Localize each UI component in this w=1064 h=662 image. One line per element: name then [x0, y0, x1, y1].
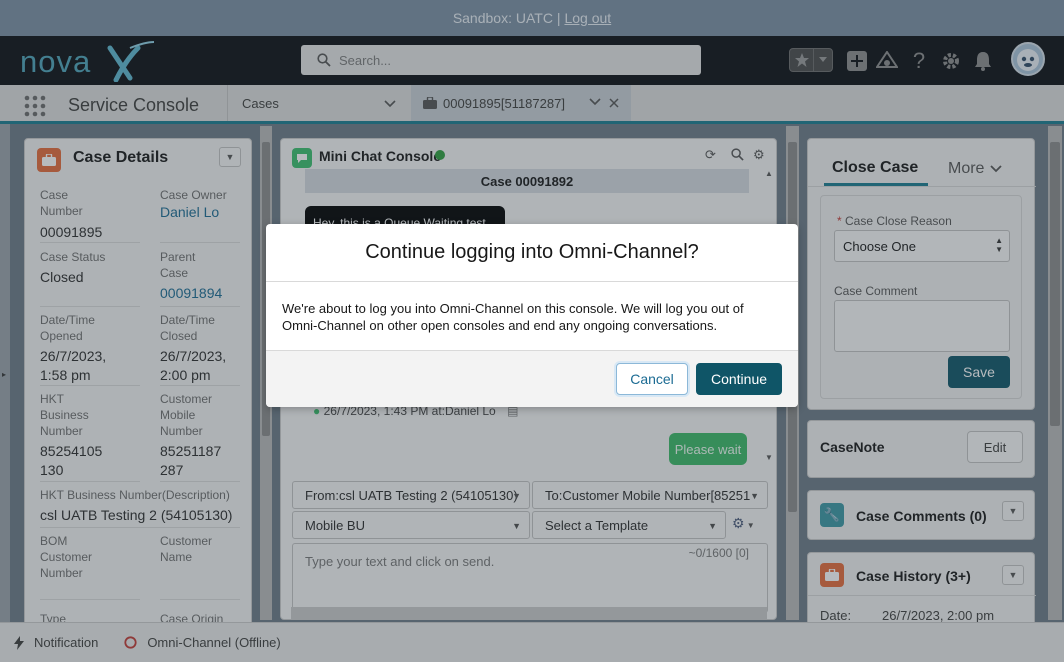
continue-button[interactable]: Continue	[696, 363, 782, 395]
omni-channel-login-dialog: Continue logging into Omni-Channel? We'r…	[266, 224, 798, 407]
cancel-button[interactable]: Cancel	[616, 363, 688, 395]
dialog-title: Continue logging into Omni-Channel?	[266, 224, 798, 282]
dialog-body: We're about to log you into Omni-Channel…	[282, 301, 744, 333]
